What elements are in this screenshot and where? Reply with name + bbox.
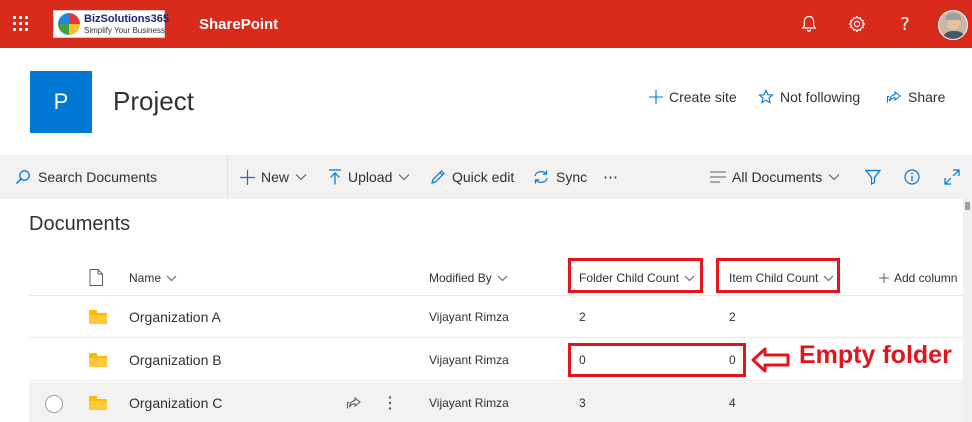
app-name[interactable]: SharePoint bbox=[199, 16, 278, 33]
follow-label: Not following bbox=[780, 89, 861, 105]
file-type-icon[interactable] bbox=[89, 269, 103, 291]
row-select-checkbox[interactable] bbox=[45, 395, 63, 413]
suite-bar: BizSolutions365 Simplify Your Business S… bbox=[0, 0, 972, 48]
new-button[interactable]: New bbox=[240, 167, 307, 187]
list-view-icon bbox=[710, 171, 726, 183]
pencil-icon bbox=[431, 170, 445, 184]
expand-icon[interactable] bbox=[943, 168, 961, 186]
add-column-label: Add column bbox=[894, 271, 958, 285]
plus-icon bbox=[240, 169, 255, 185]
waffle-icon[interactable] bbox=[13, 16, 29, 32]
chevron-down-icon bbox=[828, 174, 840, 181]
column-header-name-label: Name bbox=[129, 271, 162, 285]
more-icon[interactable]: ⋯ bbox=[603, 167, 619, 187]
gear-icon[interactable] bbox=[846, 13, 868, 35]
row-name[interactable]: Organization A bbox=[129, 309, 221, 325]
annotation-label: Empty folder bbox=[799, 341, 952, 369]
table-row[interactable]: Organization A Vijayant Rimza 2 2 bbox=[29, 296, 963, 338]
site-logo[interactable]: P bbox=[30, 71, 92, 133]
share-icon[interactable] bbox=[345, 394, 363, 412]
upload-icon bbox=[329, 169, 341, 185]
help-icon[interactable]: ? bbox=[894, 13, 916, 35]
row-folder-child-count: 2 bbox=[579, 310, 586, 324]
row-item-child-count: 2 bbox=[729, 310, 736, 324]
row-name[interactable]: Organization C bbox=[129, 395, 222, 411]
folder-icon bbox=[89, 310, 107, 324]
quick-edit-button[interactable]: Quick edit bbox=[430, 167, 514, 187]
share-icon bbox=[886, 90, 901, 103]
table-row[interactable]: Organization C Vijayant Rimza 3 4 bbox=[29, 382, 963, 422]
upload-label: Upload bbox=[348, 169, 393, 185]
chevron-down-icon bbox=[398, 174, 410, 181]
site-title[interactable]: Project bbox=[113, 86, 194, 117]
column-header-modified-by-label: Modified By bbox=[429, 271, 492, 285]
company-logo[interactable]: BizSolutions365 Simplify Your Business bbox=[53, 10, 169, 38]
command-bar: New Upload Quick edit Sync ⋯ All Documen… bbox=[0, 155, 972, 199]
search-box[interactable] bbox=[0, 155, 228, 199]
more-vertical-icon[interactable] bbox=[381, 394, 399, 412]
search-icon bbox=[15, 170, 30, 185]
row-item-child-count: 4 bbox=[729, 396, 736, 410]
folder-icon bbox=[89, 396, 107, 410]
list-title: Documents bbox=[29, 213, 131, 235]
left-arrow-icon bbox=[751, 347, 790, 373]
logo-tagline: Simplify Your Business bbox=[84, 26, 165, 35]
sync-button[interactable]: Sync bbox=[532, 167, 587, 187]
row-modified-by[interactable]: Vijayant Rimza bbox=[429, 353, 509, 367]
folder-icon bbox=[89, 353, 107, 367]
upload-button[interactable]: Upload bbox=[328, 167, 410, 187]
chevron-down-icon bbox=[497, 275, 508, 281]
avatar[interactable] bbox=[938, 10, 968, 40]
column-header-name[interactable]: Name bbox=[129, 271, 177, 285]
create-site-label: Create site bbox=[669, 89, 737, 105]
logo-mark-icon bbox=[58, 13, 80, 35]
filter-icon[interactable] bbox=[864, 168, 882, 186]
plus-icon bbox=[649, 90, 663, 104]
scrollbar-thumb[interactable] bbox=[965, 202, 970, 210]
sync-icon bbox=[534, 170, 548, 184]
create-site-button[interactable]: Create site bbox=[649, 88, 737, 106]
annotation-box-empty-folder bbox=[568, 343, 746, 377]
view-selector[interactable]: All Documents bbox=[710, 167, 840, 187]
column-header-modified-by[interactable]: Modified By bbox=[429, 271, 508, 285]
share-button[interactable]: Share bbox=[886, 88, 945, 106]
bell-icon[interactable] bbox=[798, 13, 820, 35]
star-icon bbox=[758, 89, 774, 104]
row-modified-by[interactable]: Vijayant Rimza bbox=[429, 310, 509, 324]
row-modified-by[interactable]: Vijayant Rimza bbox=[429, 396, 509, 410]
chevron-down-icon bbox=[166, 275, 177, 281]
sync-label: Sync bbox=[556, 169, 588, 185]
view-label: All Documents bbox=[732, 169, 823, 185]
info-icon[interactable] bbox=[903, 168, 921, 186]
add-column-button[interactable]: Add column bbox=[879, 271, 957, 285]
annotation-box-folder-child-count bbox=[568, 258, 703, 293]
annotation-box-item-child-count bbox=[716, 258, 840, 293]
plus-icon bbox=[879, 273, 889, 283]
follow-button[interactable]: Not following bbox=[758, 88, 860, 106]
share-label: Share bbox=[908, 89, 946, 105]
logo-name: BizSolutions365 bbox=[84, 13, 169, 25]
row-folder-child-count: 3 bbox=[579, 396, 586, 410]
search-input[interactable] bbox=[38, 167, 218, 187]
chevron-down-icon bbox=[295, 174, 307, 181]
quick-edit-label: Quick edit bbox=[452, 169, 515, 185]
scrollbar[interactable] bbox=[963, 199, 972, 422]
row-name[interactable]: Organization B bbox=[129, 352, 222, 368]
new-label: New bbox=[261, 169, 290, 185]
